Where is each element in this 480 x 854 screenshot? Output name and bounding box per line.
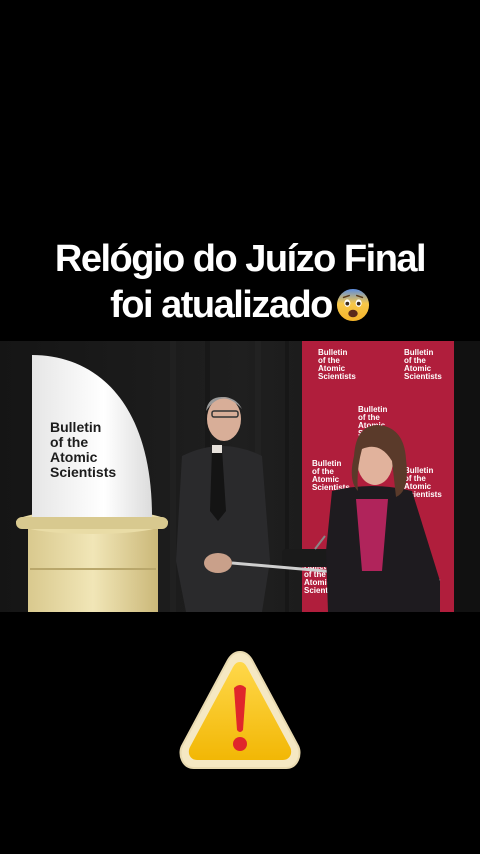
caption: Relógio do Juízo Final foi atualizado bbox=[0, 236, 480, 328]
svg-text:Scientists: Scientists bbox=[318, 372, 356, 381]
fearful-face-icon bbox=[336, 288, 369, 322]
sign-text-line: Bulletin bbox=[50, 419, 101, 435]
clock-pedestal bbox=[16, 510, 168, 612]
warning-triangle-icon bbox=[179, 650, 301, 769]
svg-text:Scientists: Scientists bbox=[404, 372, 442, 381]
caption-line-1: Relógio do Juízo Final bbox=[54, 238, 427, 280]
sign-text-line: Scientists bbox=[50, 464, 116, 480]
caption-line-2: foi atualizado bbox=[0, 282, 480, 328]
video-frame: Bulletin of the Atomic Scientists Bullet… bbox=[0, 341, 480, 612]
sign-text-line: Atomic bbox=[50, 449, 98, 465]
press-conference-scene: Bulletin of the Atomic Scientists Bullet… bbox=[0, 341, 480, 612]
sign-text-line: of the bbox=[50, 434, 88, 450]
caption-line-2-text: foi atualizado bbox=[110, 284, 333, 326]
